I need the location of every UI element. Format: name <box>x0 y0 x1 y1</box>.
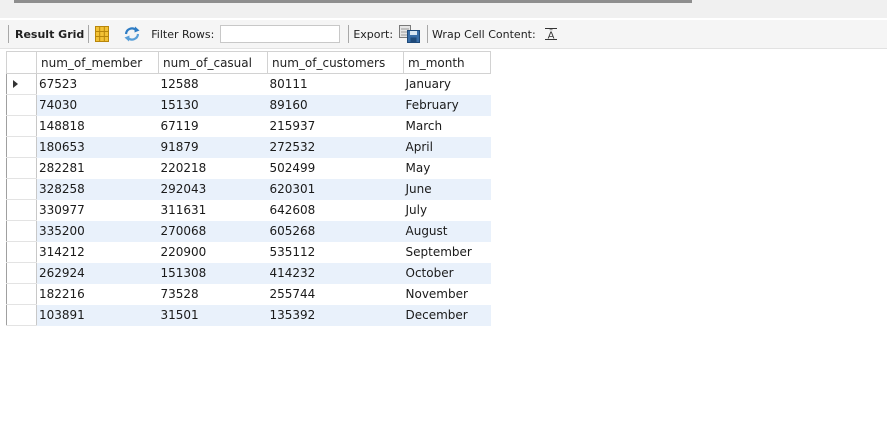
table-cell[interactable]: 311631 <box>158 199 268 221</box>
toolbar-separator <box>88 25 90 43</box>
wrap-text-icon[interactable]: Ā <box>544 27 558 41</box>
table-cell[interactable]: 67523 <box>36 73 159 95</box>
table-cell[interactable]: 292043 <box>158 178 268 200</box>
table-cell[interactable]: 180653 <box>36 136 159 158</box>
grid-view-icon[interactable] <box>95 26 110 42</box>
table-cell[interactable]: February <box>403 94 491 116</box>
table-cell[interactable]: 80111 <box>267 73 404 95</box>
row-header[interactable] <box>6 241 37 263</box>
row-header[interactable] <box>6 136 37 158</box>
row-header[interactable] <box>6 115 37 137</box>
table-cell[interactable]: September <box>403 241 491 263</box>
table-cell[interactable]: 12588 <box>158 73 268 95</box>
table-cell[interactable]: 642608 <box>267 199 404 221</box>
row-header[interactable] <box>6 94 37 116</box>
row-header[interactable] <box>6 283 37 305</box>
table-cell[interactable]: 270068 <box>158 220 268 242</box>
current-row-arrow-icon <box>13 80 18 88</box>
refresh-icon[interactable] <box>123 26 141 42</box>
table-cell[interactable]: 620301 <box>267 178 404 200</box>
table-cell[interactable]: 148818 <box>36 115 159 137</box>
horizontal-scrollbar[interactable] <box>14 0 692 3</box>
export-label: Export: <box>353 27 394 41</box>
column-header[interactable]: m_month <box>403 51 491 74</box>
filter-rows-input[interactable] <box>220 25 341 43</box>
table-cell[interactable]: 74030 <box>36 94 159 116</box>
column-header[interactable]: num_of_casual <box>158 51 268 74</box>
table-row[interactable]: 182216 73528 255744 November <box>6 283 491 305</box>
table-cell[interactable]: 89160 <box>267 94 404 116</box>
table-cell[interactable]: 220218 <box>158 157 268 179</box>
table-cell[interactable]: 255744 <box>267 283 404 305</box>
wrap-cell-content-label: Wrap Cell Content: <box>432 27 536 41</box>
table-cell[interactable]: May <box>403 157 491 179</box>
row-header[interactable] <box>6 304 37 326</box>
table-cell[interactable]: July <box>403 199 491 221</box>
row-header[interactable] <box>6 262 37 284</box>
result-table: num_of_member num_of_casual num_of_custo… <box>6 51 491 326</box>
table-cell[interactable]: November <box>403 283 491 305</box>
row-header-corner <box>6 51 37 74</box>
export-icon[interactable] <box>399 25 421 43</box>
table-cell[interactable]: 73528 <box>158 283 268 305</box>
row-header[interactable] <box>6 220 37 242</box>
table-cell[interactable]: 215937 <box>267 115 404 137</box>
table-cell[interactable]: June <box>403 178 491 200</box>
table-row[interactable]: 103891 31501 135392 December <box>6 304 491 326</box>
row-header[interactable] <box>6 157 37 179</box>
toolbar-separator <box>8 25 9 43</box>
filter-rows-label: Filter Rows: <box>151 27 215 41</box>
result-toolbar: Result Grid Filter Rows: Export: Wrap Ce… <box>0 20 887 49</box>
table-row[interactable]: 330977 311631 642608 July <box>6 199 491 221</box>
table-cell[interactable]: 502499 <box>267 157 404 179</box>
table-cell[interactable]: April <box>403 136 491 158</box>
table-row[interactable]: 148818 67119 215937 March <box>6 115 491 137</box>
result-grid: num_of_member num_of_casual num_of_custo… <box>6 51 491 326</box>
table-cell[interactable]: December <box>403 304 491 326</box>
table-cell[interactable]: 135392 <box>267 304 404 326</box>
row-header[interactable] <box>6 178 37 200</box>
table-cell[interactable]: 282281 <box>36 157 159 179</box>
editor-bottom-strip <box>0 0 887 18</box>
table-cell[interactable]: January <box>403 73 491 95</box>
row-header[interactable] <box>6 199 37 221</box>
table-header-row: num_of_member num_of_casual num_of_custo… <box>6 51 491 74</box>
table-cell[interactable]: 182216 <box>36 283 159 305</box>
result-grid-label[interactable]: Result Grid <box>15 28 84 41</box>
table-row[interactable]: 314212 220900 535112 September <box>6 241 491 263</box>
table-cell[interactable]: 414232 <box>267 262 404 284</box>
table-cell[interactable]: March <box>403 115 491 137</box>
row-header[interactable] <box>6 73 37 95</box>
table-row[interactable]: 180653 91879 272532 April <box>6 136 491 158</box>
table-cell[interactable]: 314212 <box>36 241 159 263</box>
table-cell[interactable]: 151308 <box>158 262 268 284</box>
table-cell[interactable]: 328258 <box>36 178 159 200</box>
table-row[interactable]: 74030 15130 89160 February <box>6 94 491 116</box>
table-cell[interactable]: 262924 <box>36 262 159 284</box>
table-cell[interactable]: 535112 <box>267 241 404 263</box>
table-row[interactable]: 67523 12588 80111 January <box>6 73 491 95</box>
column-header[interactable]: num_of_member <box>36 51 159 74</box>
table-cell[interactable]: August <box>403 220 491 242</box>
table-cell[interactable]: 103891 <box>36 304 159 326</box>
table-row[interactable]: 335200 270068 605268 August <box>6 220 491 242</box>
column-header[interactable]: num_of_customers <box>267 51 404 74</box>
toolbar-separator <box>348 25 350 43</box>
table-row[interactable]: 282281 220218 502499 May <box>6 157 491 179</box>
table-cell[interactable]: 31501 <box>158 304 268 326</box>
toolbar-separator <box>427 25 429 43</box>
table-row[interactable]: 262924 151308 414232 October <box>6 262 491 284</box>
table-cell[interactable]: October <box>403 262 491 284</box>
table-cell[interactable]: 67119 <box>158 115 268 137</box>
table-cell[interactable]: 91879 <box>158 136 268 158</box>
table-cell[interactable]: 15130 <box>158 94 268 116</box>
table-cell[interactable]: 330977 <box>36 199 159 221</box>
table-cell[interactable]: 335200 <box>36 220 159 242</box>
table-row[interactable]: 328258 292043 620301 June <box>6 178 491 200</box>
table-cell[interactable]: 220900 <box>158 241 268 263</box>
table-cell[interactable]: 272532 <box>267 136 404 158</box>
table-cell[interactable]: 605268 <box>267 220 404 242</box>
